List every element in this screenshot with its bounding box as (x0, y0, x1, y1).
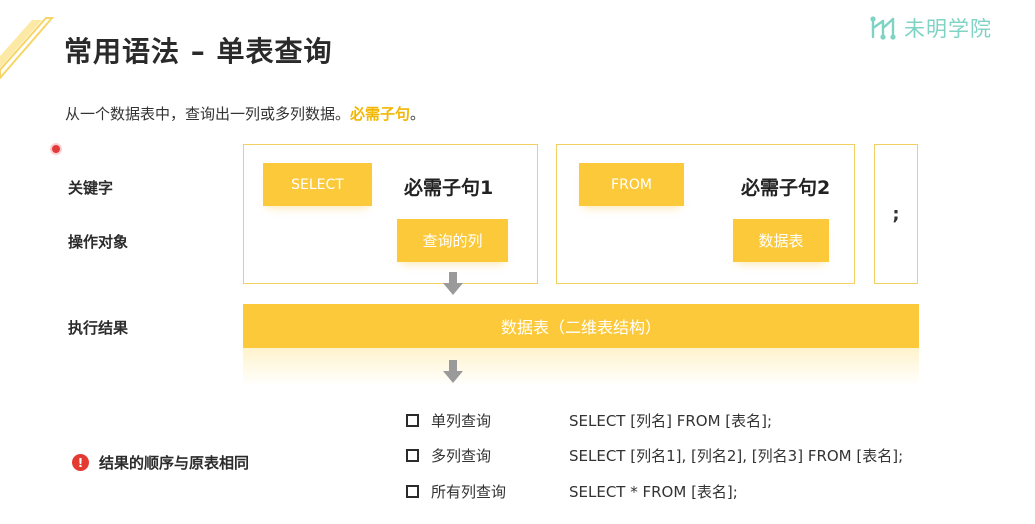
syntax-name: 多列查询 (431, 446, 492, 465)
select-clause-title: 必需子句1 (404, 177, 494, 199)
semicolon: ; (892, 203, 900, 225)
brand-name: 未明学院 (904, 17, 992, 41)
select-keyword: SELECT (263, 163, 372, 206)
note: ! 结果的顺序与原表相同 (72, 452, 249, 473)
syntax-code: SELECT * FROM [表名]; (569, 482, 738, 501)
checkbox-icon (406, 413, 419, 427)
syntax-code: SELECT [列名1], [列名2], [列名3] FROM [表名]; (569, 446, 904, 465)
slide-title: 常用语法 – 单表查询 (64, 35, 333, 68)
result-bar: 数据表（二维表结构） (243, 304, 919, 348)
pointer-dot (52, 145, 60, 153)
syntax-row: 单列查询 SELECT [列名] FROM [表名]; (406, 407, 772, 433)
down-arrow-icon (443, 360, 463, 383)
subtitle-text: 从一个数据表中，查询出一列或多列数据。 (65, 105, 351, 123)
syntax-row: 所有列查询 SELECT * FROM [表名]; (406, 478, 738, 504)
subtitle-highlight: 必需子句 (350, 105, 411, 123)
subtitle: 从一个数据表中，查询出一列或多列数据。必需子句。 (65, 103, 425, 124)
syntax-code: SELECT [列名] FROM [表名]; (569, 411, 773, 430)
row-label-keyword: 关键字 (68, 179, 114, 197)
syntax-name: 所有列查询 (431, 482, 507, 501)
syntax-name: 单列查询 (431, 411, 492, 430)
from-clause-title: 必需子句2 (741, 177, 831, 199)
down-arrow-icon (443, 272, 463, 295)
from-keyword: FROM (579, 163, 684, 206)
brand: 未明学院 (868, 13, 992, 43)
result-bar-reflection (243, 348, 919, 386)
brand-logo-icon (870, 16, 896, 40)
row-label-operand: 操作对象 (68, 233, 129, 251)
checkbox-icon (406, 484, 419, 498)
note-text: 结果的顺序与原表相同 (99, 454, 250, 472)
subtitle-end: 。 (410, 105, 426, 123)
warning-icon: ! (72, 454, 89, 471)
syntax-row: 多列查询 SELECT [列名1], [列名2], [列名3] FROM [表名… (406, 442, 903, 468)
terminator-box: ; (874, 144, 918, 284)
row-label-result: 执行结果 (68, 319, 129, 337)
from-operand: 数据表 (733, 219, 829, 262)
checkbox-icon (406, 448, 419, 462)
corner-decoration (0, 17, 55, 80)
select-operand: 查询的列 (397, 219, 508, 262)
